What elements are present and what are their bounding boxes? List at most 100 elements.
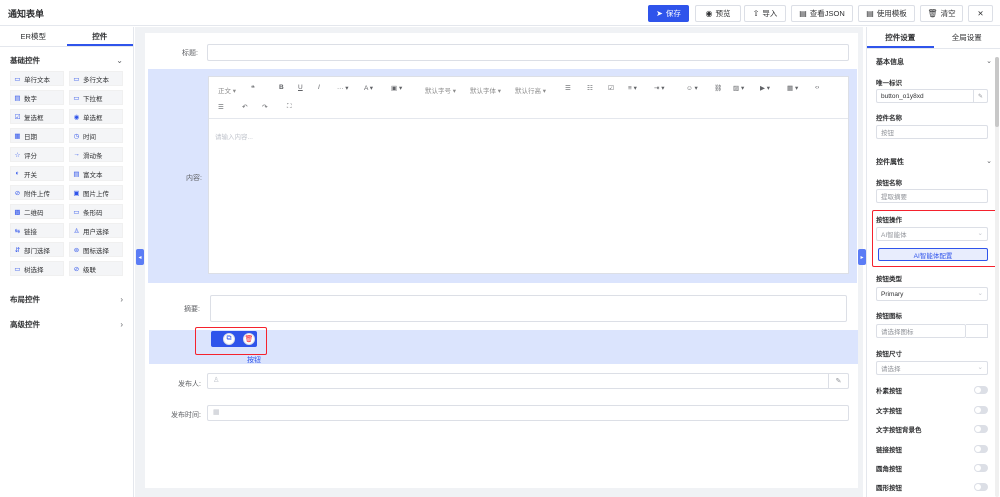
- quote-icon[interactable]: ❝: [251, 84, 255, 92]
- component-item[interactable]: ▭ 单行文本: [10, 71, 64, 86]
- component-item[interactable]: ▩ 二维码: [10, 204, 64, 219]
- control-name-input[interactable]: 按钮: [876, 125, 988, 139]
- ai-config-button[interactable]: AI智能体配置: [878, 248, 988, 261]
- more-icon[interactable]: ··· ▾: [337, 84, 349, 92]
- form-title: 通知表单: [8, 9, 45, 19]
- component-label: 单选框: [83, 114, 103, 122]
- toggle-switch[interactable]: [974, 425, 988, 433]
- component-item[interactable]: ◉ 单选框: [69, 109, 123, 124]
- publish-time-input[interactable]: ▦: [207, 405, 849, 421]
- bullet-list-icon[interactable]: ☰: [565, 84, 571, 92]
- tab-er-model[interactable]: ER模型: [0, 27, 67, 46]
- use-template-button[interactable]: ▤ 使用模板: [858, 5, 915, 22]
- indent-icon[interactable]: ⇥ ▾: [654, 84, 665, 92]
- component-item[interactable]: ⊘ 级联: [69, 261, 123, 276]
- settings-scrollbar[interactable]: [995, 57, 999, 497]
- button-name-input[interactable]: 提取摘要: [876, 189, 988, 203]
- component-item[interactable]: ⇵ 部门选择: [10, 242, 64, 257]
- component-item[interactable]: ◷ 时间: [69, 128, 123, 143]
- edit-icon[interactable]: ✎: [828, 374, 848, 388]
- section-advanced-controls[interactable]: 高级控件 ›: [0, 315, 133, 333]
- background-color-icon[interactable]: ▣ ▾: [391, 84, 402, 92]
- close-button[interactable]: ✕: [968, 5, 993, 22]
- summary-textarea[interactable]: [210, 295, 847, 322]
- component-item[interactable]: ▭ 条形码: [69, 204, 123, 219]
- button-size-select[interactable]: 请选择 ⌄: [876, 361, 988, 375]
- component-item[interactable]: ▭ 下拉框: [69, 90, 123, 105]
- control-props-section[interactable]: 控件属性 ⌄: [876, 157, 992, 167]
- todo-icon[interactable]: ☑: [608, 84, 614, 92]
- title-input[interactable]: [207, 44, 849, 61]
- emoji-icon[interactable]: ☺ ▾: [686, 84, 698, 92]
- redo-icon[interactable]: ↷: [262, 103, 267, 111]
- line-height-dropdown[interactable]: 默认行高 ▾: [515, 85, 546, 95]
- component-item[interactable]: ▣ 图片上传: [69, 185, 123, 200]
- edit-icon[interactable]: ✎: [973, 90, 987, 102]
- component-item[interactable]: → 滑动条: [69, 147, 123, 162]
- underline-icon[interactable]: U: [298, 84, 303, 91]
- component-item[interactable]: ☆ 评分: [10, 147, 64, 162]
- component-item[interactable]: ◐ 开关: [10, 166, 64, 181]
- button-name-label: 按钮名称: [876, 180, 902, 187]
- image-icon[interactable]: ▨ ▾: [733, 84, 744, 92]
- component-item[interactable]: ▤ 数字: [10, 90, 64, 105]
- close-icon: ✕: [977, 9, 984, 18]
- component-item[interactable]: ☑ 复选框: [10, 109, 64, 124]
- divider-icon[interactable]: ☰: [218, 103, 224, 111]
- component-item[interactable]: ⊘ 附件上传: [10, 185, 64, 200]
- tab-global-settings[interactable]: 全局设置: [934, 27, 1000, 48]
- undo-icon[interactable]: ↶: [242, 103, 247, 111]
- section-basic-controls[interactable]: 基础控件 ⌄: [0, 51, 133, 69]
- component-item[interactable]: ▭ 多行文本: [69, 71, 123, 86]
- collapse-left-handle[interactable]: ◂: [136, 249, 144, 265]
- code-icon[interactable]: ‹›: [815, 84, 819, 91]
- clear-button[interactable]: 🗑 清空: [920, 5, 963, 22]
- toggle-switch[interactable]: [974, 406, 988, 414]
- chevron-right-icon: ›: [120, 294, 123, 304]
- align-icon[interactable]: ≡ ▾: [628, 84, 637, 92]
- component-item[interactable]: ▭ 树选择: [10, 261, 64, 276]
- toggle-switch[interactable]: [974, 483, 988, 491]
- import-button[interactable]: ⇧ 导入: [744, 5, 786, 22]
- component-item[interactable]: ▤ 富文本: [69, 166, 123, 181]
- section-layout-controls[interactable]: 布局控件 ›: [0, 290, 133, 308]
- calendar-icon: ▦: [213, 409, 220, 416]
- send-icon: ➤: [656, 9, 663, 18]
- toggle-switch[interactable]: [974, 445, 988, 453]
- left-tabs: ER模型 控件: [0, 27, 133, 47]
- font-size-dropdown[interactable]: 默认字号 ▾: [425, 85, 456, 95]
- document-icon: ▤: [799, 9, 807, 18]
- toggle-switch[interactable]: [974, 464, 988, 472]
- button-type-select[interactable]: Primary ⌄: [876, 287, 988, 301]
- italic-icon[interactable]: I: [318, 84, 320, 91]
- component-item[interactable]: ⇆ 链接: [10, 223, 64, 238]
- tab-control-settings[interactable]: 控件设置: [867, 27, 934, 48]
- numbered-list-icon[interactable]: ☷: [587, 84, 593, 92]
- save-button[interactable]: ➤ 保存: [648, 5, 689, 22]
- table-icon[interactable]: ▦ ▾: [787, 84, 798, 92]
- preview-button[interactable]: ◉ 预览: [695, 5, 741, 22]
- publisher-input[interactable]: ♙ ✎: [207, 373, 849, 389]
- component-item[interactable]: ⊚ 图标选择: [69, 242, 123, 257]
- basic-info-section[interactable]: 基本信息 ⌄: [876, 57, 992, 67]
- chevron-left-icon: ◂: [138, 254, 142, 261]
- view-json-button[interactable]: ▤ 查看JSON: [791, 5, 853, 22]
- collapse-right-handle[interactable]: ▸: [858, 249, 866, 265]
- component-item[interactable]: ▦ 日期: [10, 128, 64, 143]
- format-dropdown[interactable]: 正文 ▾: [218, 85, 236, 95]
- component-item[interactable]: ♙ 用户选择: [69, 223, 123, 238]
- button-action-select[interactable]: AI智能体 ⌄: [876, 227, 988, 241]
- font-family-dropdown[interactable]: 默认字体 ▾: [470, 85, 501, 95]
- font-color-icon[interactable]: A ▾: [364, 84, 373, 92]
- button-icon-input[interactable]: 请选择图标: [876, 324, 966, 338]
- video-icon[interactable]: ▶ ▾: [760, 84, 770, 92]
- bold-icon[interactable]: B: [279, 84, 284, 91]
- link-icon[interactable]: ⛓: [714, 84, 722, 92]
- unique-id-input[interactable]: button_o1y8xd ✎: [876, 89, 988, 103]
- toggle-switch[interactable]: [974, 386, 988, 394]
- right-tabs: 控件设置 全局设置: [867, 27, 1000, 49]
- icon-picker-button[interactable]: [966, 324, 988, 338]
- rich-text-editor[interactable]: 正文 ▾ ❝ B U I ··· ▾ A ▾ ▣ ▾ 默认字号 ▾ 默认字体 ▾…: [208, 76, 849, 274]
- fullscreen-icon[interactable]: ⛶: [287, 103, 292, 111]
- tab-controls[interactable]: 控件: [66, 27, 133, 46]
